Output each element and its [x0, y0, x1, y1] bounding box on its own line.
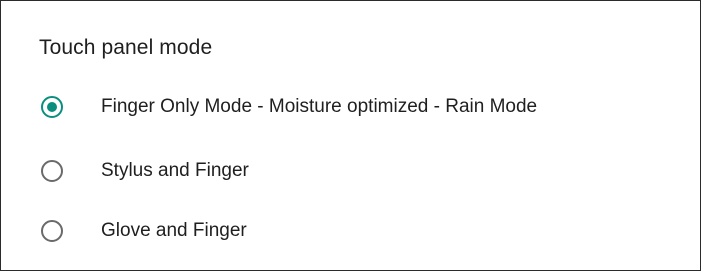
option-label: Glove and Finger — [101, 220, 247, 241]
radio-unselected-icon[interactable] — [41, 220, 63, 242]
dialog-title: Touch panel mode — [39, 36, 213, 59]
radio-unselected-icon[interactable] — [41, 160, 63, 182]
option-label: Finger Only Mode - Moisture optimized - … — [101, 96, 538, 117]
radio-dot-icon — [47, 102, 57, 112]
touch-panel-mode-dialog: Touch panel mode Finger Only Mode - Mois… — [0, 0, 701, 271]
option-finger-only-rain-mode[interactable]: Finger Only Mode - Moisture optimized - … — [1, 79, 700, 135]
option-stylus-and-finger[interactable]: Stylus and Finger — [1, 143, 700, 199]
option-label: Stylus and Finger — [101, 160, 249, 181]
radio-selected-icon[interactable] — [41, 96, 63, 118]
option-glove-and-finger[interactable]: Glove and Finger — [1, 203, 700, 259]
